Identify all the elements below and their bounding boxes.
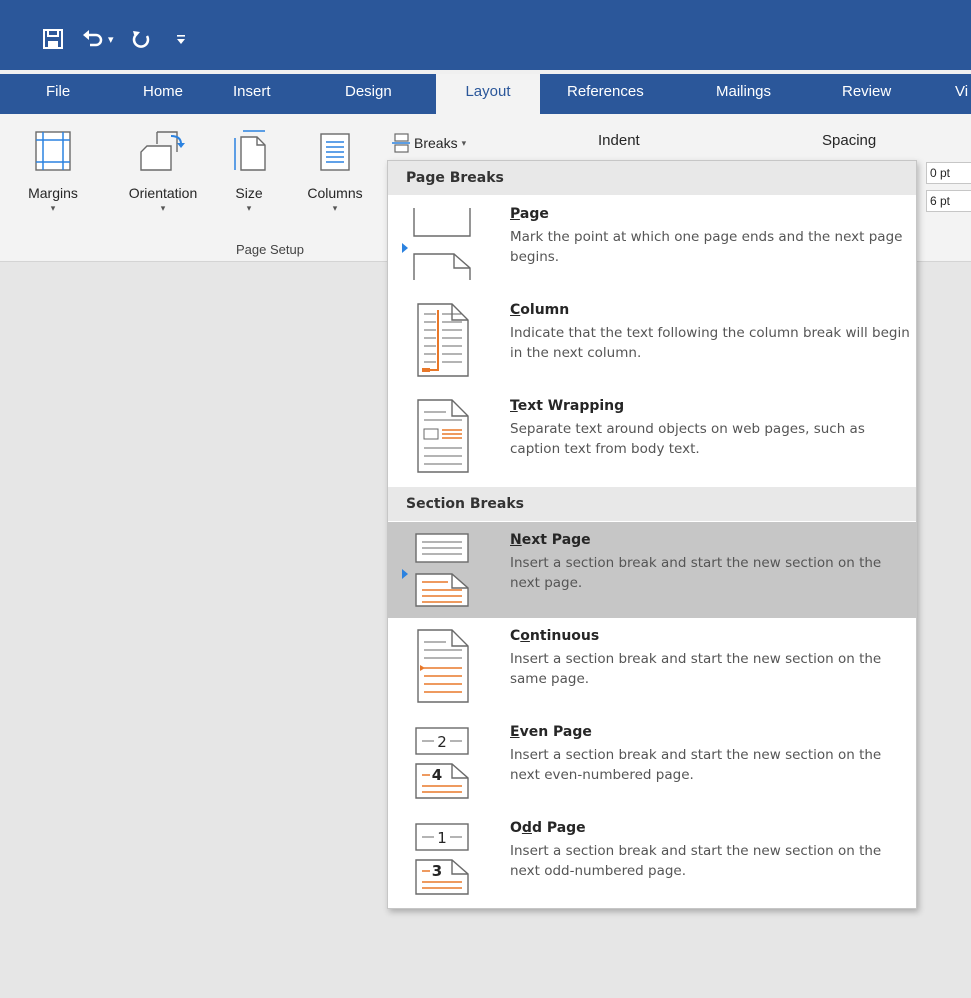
customize-qat-icon[interactable] [168,26,194,52]
continuous-break-icon [417,629,469,703]
menu-item-description: Separate text around objects on web page… [510,421,865,457]
redo-icon[interactable] [128,26,154,52]
tab-design[interactable]: Design [345,74,392,114]
tab-review[interactable]: Review [842,74,891,114]
save-icon[interactable] [40,26,66,52]
indent-label: Indent [598,132,640,149]
text-wrapping-break-icon [417,399,469,473]
title-bar: ▾ [0,0,971,70]
next-page-break-icon [415,533,469,607]
tab-references[interactable]: References [567,74,644,114]
tab-view[interactable]: Vi [955,74,968,114]
even-page-break-icon: 24 [415,727,469,799]
margins-label: Margins [28,185,78,201]
menu-item-title: Even Page [510,724,592,740]
menu-item-title: Next Page [510,532,591,548]
orientation-dropdown-arrow: ▾ [160,203,166,213]
ribbon-tabs: File Home Insert Design Layout Reference… [0,74,971,114]
margins-button[interactable]: Margins ▾ [0,128,106,214]
menu-item-continuous-break[interactable]: Continuous Insert a section break and st… [388,618,916,714]
margins-dropdown-arrow: ▾ [50,203,56,213]
pointer-marker [402,243,408,253]
quick-access-toolbar: ▾ [40,24,194,54]
menu-item-title: Continuous [510,628,600,644]
column-break-icon [417,303,469,377]
odd-page-break-icon: 13 [415,823,469,895]
menu-item-description: Mark the point at which one page ends an… [510,229,903,265]
size-icon [234,130,266,171]
menu-item-title: Odd Page [510,820,586,836]
tab-home[interactable]: Home [143,74,183,114]
breaks-dropdown-menu: Page Breaks Page Mark the point at which… [387,160,917,909]
tab-file[interactable]: File [46,74,70,114]
word-window: ▾ File Home Insert Design Layout Referen… [0,0,971,998]
menu-item-title: Page [510,206,549,222]
spacing-before-field[interactable]: 0 pt [926,162,971,184]
size-dropdown-arrow: ▾ [246,203,252,213]
page-setup-group-label: Page Setup [236,242,304,257]
size-label: Size [235,185,263,201]
section-breaks-header: Section Breaks [388,487,916,521]
tab-insert[interactable]: Insert [233,74,271,114]
breaks-button[interactable]: Breaks ▾ [388,130,470,156]
menu-item-description: Insert a section break and start the new… [510,747,882,783]
undo-dropdown-arrow[interactable]: ▾ [108,33,114,46]
orientation-label: Orientation [128,185,198,201]
size-button[interactable]: Size ▾ [220,128,278,214]
pointer-marker [402,569,408,579]
even-page-number-bottom: 4 [432,766,442,784]
columns-label: Columns [307,185,363,201]
menu-item-title: Column [510,302,570,318]
breaks-dropdown-arrow: ▾ [461,137,467,148]
menu-item-title: Text Wrapping [510,398,625,414]
tab-layout[interactable]: Layout [436,74,540,114]
orientation-button[interactable]: Orientation ▾ [108,128,218,214]
page-break-icon [413,208,471,280]
menu-item-odd-page-break[interactable]: 13 Odd Page Insert a section break and s… [388,810,916,906]
columns-icon [320,133,350,171]
menu-item-description: Indicate that the text following the col… [510,325,910,361]
menu-item-text-wrapping-break[interactable]: Text Wrapping Separate text around objec… [388,388,916,484]
even-page-number-top: 2 [437,733,447,751]
menu-item-even-page-break[interactable]: 24 Even Page Insert a section break and … [388,714,916,810]
menu-item-description: Insert a section break and start the new… [510,843,882,879]
menu-item-description: Insert a section break and start the new… [510,651,882,687]
menu-item-column-break[interactable]: Column Indicate that the text following … [388,292,916,388]
odd-page-number-top: 1 [437,829,447,847]
tab-mailings[interactable]: Mailings [716,74,771,114]
orientation-icon [140,131,185,171]
spacing-after-field[interactable]: 6 pt [926,190,971,212]
breaks-icon [392,133,410,153]
columns-dropdown-arrow: ▾ [332,203,338,213]
margins-icon [35,131,71,171]
odd-page-number-bottom: 3 [432,862,442,880]
menu-item-next-page-break[interactable]: Next Page Insert a section break and sta… [388,522,916,618]
page-breaks-header: Page Breaks [388,161,916,195]
breaks-label: Breaks [414,135,458,151]
columns-button[interactable]: Columns ▾ [290,128,380,214]
undo-icon[interactable] [80,26,106,52]
menu-item-page-break[interactable]: Page Mark the point at which one page en… [388,196,916,292]
menu-item-description: Insert a section break and start the new… [510,555,882,591]
spacing-label: Spacing [822,132,877,149]
